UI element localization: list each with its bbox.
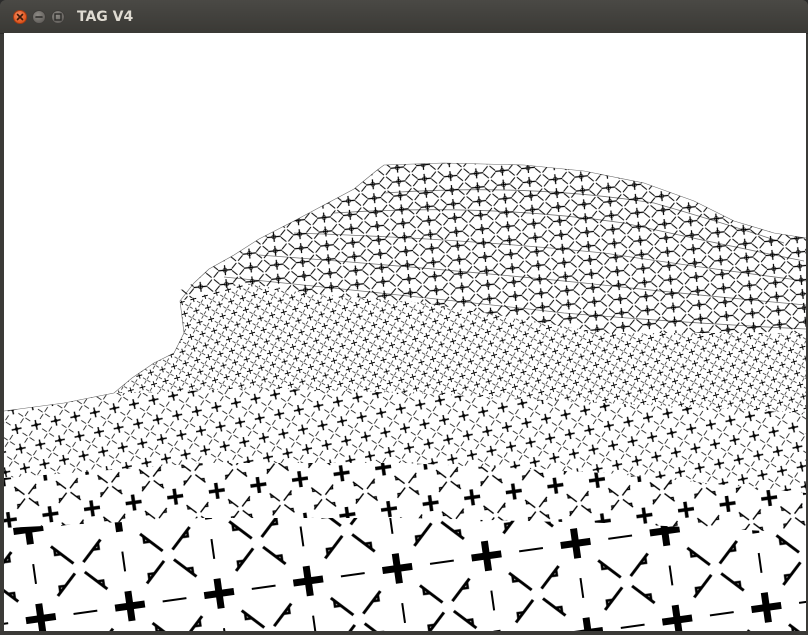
window-title: TAG V4 bbox=[77, 9, 134, 25]
render-viewport[interactable] bbox=[4, 33, 806, 631]
maximize-button[interactable] bbox=[51, 10, 65, 24]
foreground-ground bbox=[4, 518, 806, 631]
textured-terrain bbox=[4, 33, 806, 631]
minimize-icon bbox=[35, 16, 43, 18]
close-button[interactable] bbox=[13, 10, 27, 24]
title-bar[interactable]: TAG V4 bbox=[0, 0, 808, 34]
app-window: TAG V4 bbox=[0, 0, 808, 635]
minimize-button[interactable] bbox=[32, 10, 46, 24]
maximize-icon bbox=[54, 13, 62, 21]
close-icon bbox=[16, 13, 24, 21]
